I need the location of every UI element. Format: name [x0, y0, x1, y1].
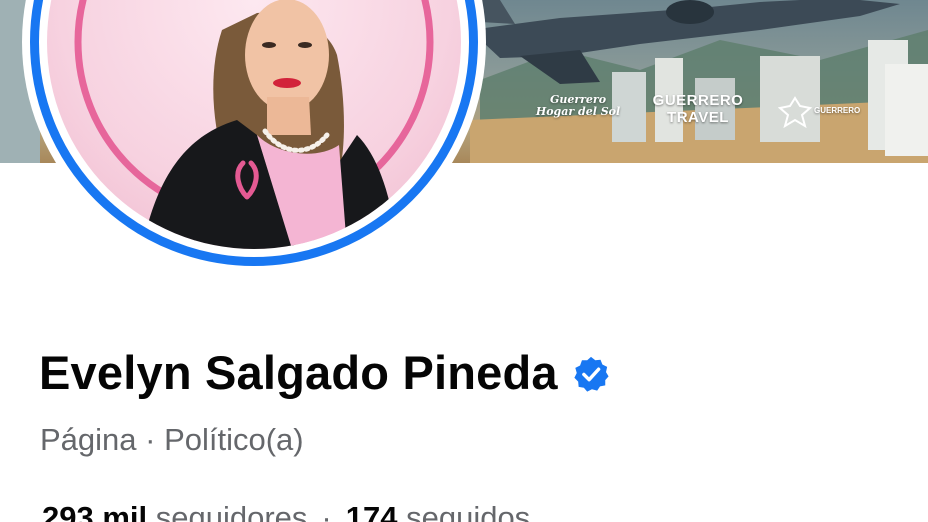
followers-link[interactable]: 293 mil seguidores: [42, 500, 307, 522]
following-link[interactable]: 174 seguidos: [346, 500, 530, 522]
profile-picture[interactable]: [22, 0, 486, 274]
following-label: seguidos: [406, 500, 531, 522]
following-count: 174: [345, 500, 398, 522]
cover-logo-guerrero-travel: GUERRERO TRAVEL: [652, 92, 744, 126]
stats-separator: ·: [321, 500, 332, 522]
profile-name-row: Evelyn Salgado Pineda: [39, 342, 610, 402]
profile-stats: 293 mil seguidores · 174 seguidos: [42, 500, 530, 522]
profile-picture-ring: [30, 0, 478, 266]
profile-category: Página · Político(a): [40, 422, 304, 457]
profile-photo: [47, 0, 461, 249]
profile-portrait: [74, 0, 434, 249]
cover-logo-hogar-del-sol: Guerrero Hogar del Sol: [535, 93, 621, 118]
cover-logo-guerrero: GUERRERO: [814, 106, 861, 115]
followers-label: seguidores: [155, 500, 308, 522]
verified-badge-icon[interactable]: [572, 355, 610, 393]
cover-logo-emblem-icon: [778, 96, 812, 129]
followers-count: 293 mil: [42, 500, 148, 522]
profile-name: Evelyn Salgado Pineda: [39, 345, 558, 399]
